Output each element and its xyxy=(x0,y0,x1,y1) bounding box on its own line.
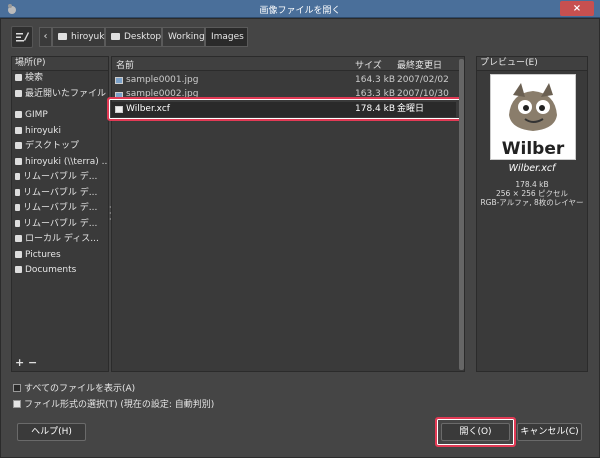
removable-drive-icon xyxy=(15,204,20,211)
thumbnail-wilber-text: Wilber xyxy=(502,139,565,159)
table-row[interactable]: sample0001.jpg 164.3 kB 2007/02/02 xyxy=(112,73,456,88)
selection-highlight xyxy=(107,97,463,121)
places-item-documents[interactable]: Documents xyxy=(12,263,108,279)
breadcrumb-working[interactable]: Working xyxy=(162,27,205,47)
removable-drive-icon xyxy=(15,173,20,180)
places-item-desktop[interactable]: デスクトップ xyxy=(12,139,108,155)
edit-location-icon xyxy=(16,32,29,42)
places-item-gimp[interactable]: GIMP xyxy=(12,108,108,124)
places-item-network[interactable]: hiroyuki (\\terra) ... xyxy=(12,155,108,171)
show-all-files-checkbox[interactable]: すべてのファイルを表示(A) xyxy=(13,383,203,395)
folder-icon xyxy=(15,250,22,258)
folder-icon xyxy=(15,266,22,273)
recent-icon xyxy=(15,89,22,97)
table-row[interactable]: sample0002.jpg 163.3 kB 2007/10/30 xyxy=(112,88,456,97)
breadcrumb-back-button[interactable]: ‹ xyxy=(39,27,52,47)
checkbox-box xyxy=(13,384,21,392)
close-button[interactable]: × xyxy=(560,1,594,16)
places-header: 場所(P) xyxy=(12,57,108,71)
places-item-removable-1[interactable]: リムーバブル デ... xyxy=(12,170,108,186)
search-icon xyxy=(15,74,22,81)
file-list-scrollbar[interactable] xyxy=(459,59,464,370)
cancel-button[interactable]: キャンセル(C) xyxy=(517,423,582,441)
image-file-icon xyxy=(115,77,123,84)
column-name[interactable]: 名前 xyxy=(116,58,134,71)
places-item-pictures[interactable]: Pictures xyxy=(12,248,108,264)
breadcrumb-desktop[interactable]: Desktop xyxy=(105,27,162,47)
breadcrumb-hiroyuki[interactable]: hiroyuki xyxy=(52,27,107,47)
removable-drive-icon xyxy=(15,188,20,196)
add-remove-bookmark-buttons[interactable]: + − xyxy=(15,356,37,369)
window-title: 画像ファイルを開く xyxy=(259,6,341,16)
file-type-expander[interactable]: ファイル形式の選択(T) (現在の設定: 自動判別) xyxy=(13,399,273,411)
type-location-button[interactable] xyxy=(11,26,33,48)
column-size[interactable]: サイズ xyxy=(355,58,382,71)
preview-filename: Wilber.xcf xyxy=(508,163,556,174)
places-item-removable-4[interactable]: リムーバブル デ... xyxy=(12,217,108,233)
breadcrumb-images[interactable]: Images xyxy=(205,27,248,47)
preview-header: プレビュー(E) xyxy=(477,57,587,71)
expander-icon xyxy=(13,400,21,408)
wilber-mascot-icon: Wilber xyxy=(502,83,565,159)
folder-icon xyxy=(15,111,22,118)
places-item-search[interactable]: 検索 xyxy=(12,71,108,87)
column-modified[interactable]: 最終変更日 xyxy=(397,58,442,71)
help-button[interactable]: ヘルプ(H) xyxy=(17,423,86,441)
places-item-local-disk[interactable]: ローカル ディス... xyxy=(12,232,108,248)
folder-icon xyxy=(111,33,120,40)
places-panel: 場所(P) 検索 最近開いたファイル GIMP hiroyuki デスクトップ … xyxy=(11,56,109,372)
hard-drive-icon xyxy=(15,235,22,242)
removable-drive-icon xyxy=(15,219,20,227)
network-drive-icon xyxy=(15,157,22,165)
preview-thumbnail: Wilber xyxy=(490,74,576,160)
preview-info: 178.4 kB 256 × 256 ピクセル RGB-アルファ, 8枚のレイヤ… xyxy=(480,180,584,207)
folder-icon xyxy=(58,33,67,40)
title-bar: 画像ファイルを開く × xyxy=(0,0,600,18)
folder-icon xyxy=(15,126,22,134)
open-button-highlight xyxy=(435,417,516,447)
places-item-removable-3[interactable]: リムーバブル デ... xyxy=(12,201,108,217)
places-item-recent[interactable]: 最近開いたファイル xyxy=(12,87,108,103)
preview-panel: プレビュー(E) Wilber Wilber.xcf 178.4 kB 256 … xyxy=(476,56,588,372)
file-list-header: 名前 サイズ 最終変更日 xyxy=(112,57,464,71)
folder-icon xyxy=(15,142,22,149)
places-item-removable-2[interactable]: リムーバブル デ... xyxy=(12,186,108,202)
places-item-home[interactable]: hiroyuki xyxy=(12,124,108,140)
